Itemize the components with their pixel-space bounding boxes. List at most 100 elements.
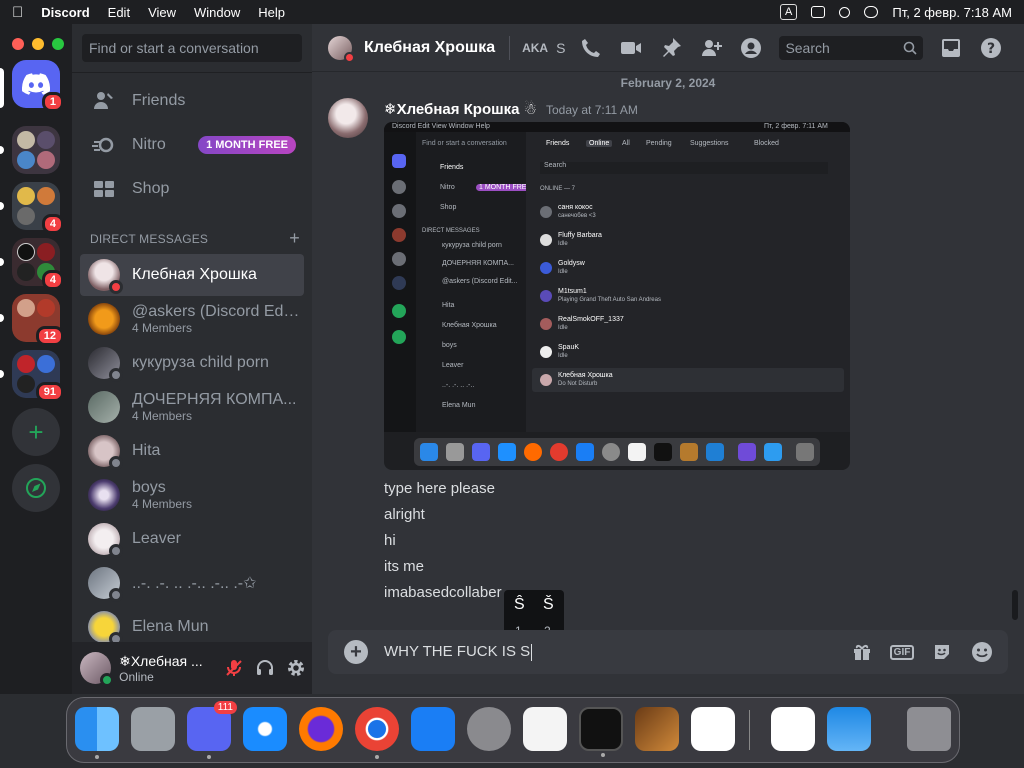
video-call-icon[interactable]: [619, 36, 643, 60]
menu-edit[interactable]: Edit: [108, 5, 130, 20]
voice-call-icon[interactable]: [579, 36, 603, 60]
attachment-text: кукуруза child porn: [442, 242, 502, 249]
dm-group-item[interactable]: ДОЧЕРНЯЯ КОМПА... 4 Members: [80, 386, 304, 428]
nav-nitro[interactable]: Nitro 1 MONTH FREE: [80, 124, 304, 166]
dm-group-item[interactable]: @askers (Discord Edit... 4 Members: [80, 298, 304, 340]
aka-name[interactable]: S: [556, 40, 565, 56]
add-friends-to-dm-icon[interactable]: [699, 36, 723, 60]
gift-icon: [854, 644, 870, 660]
apple-icon[interactable]: : [12, 4, 23, 21]
menu-help[interactable]: Help: [258, 5, 285, 20]
search-input[interactable]: Search: [779, 35, 924, 60]
attachment-text: Playing Grand Theft Auto San Andreas: [558, 297, 661, 303]
attachment-icon: [550, 443, 568, 461]
spotlight-search-icon[interactable]: [839, 6, 851, 18]
dm-name: кукуруза child porn: [132, 354, 269, 371]
server-folder-2[interactable]: 4: [12, 182, 64, 234]
message-input[interactable]: WHY THE FUCK IS S: [384, 643, 533, 661]
divider: [509, 35, 511, 60]
firefox-app-icon[interactable]: [299, 707, 343, 751]
visual-studio-app-icon[interactable]: [771, 707, 815, 751]
scrollbar-thumb[interactable]: [1012, 590, 1018, 620]
server-folder-3[interactable]: 4: [12, 238, 64, 290]
avatar: [88, 611, 123, 646]
pinned-messages-icon[interactable]: [659, 36, 683, 60]
explore-servers-button[interactable]: [12, 464, 60, 512]
menu-app-name[interactable]: Discord: [41, 5, 89, 20]
dm-item[interactable]: Leaver: [80, 518, 304, 560]
avatar: [88, 347, 123, 382]
accent-option[interactable]: Ŝ: [514, 596, 525, 614]
screen-mirroring-icon[interactable]: [811, 6, 826, 18]
discord-app-icon[interactable]: 111: [187, 701, 237, 759]
garageband-app-icon[interactable]: [635, 707, 679, 751]
nav-nitro-label: Nitro: [132, 136, 166, 153]
attachment-icon: [392, 330, 406, 344]
weather-app-icon[interactable]: [827, 707, 871, 751]
finder-app-icon[interactable]: [75, 707, 119, 759]
menu-window[interactable]: Window: [194, 5, 240, 20]
user-settings-button[interactable]: [281, 652, 312, 684]
terminal-app-icon[interactable]: [579, 707, 623, 757]
sticker-button[interactable]: [930, 640, 954, 664]
inbox-icon[interactable]: [939, 36, 963, 60]
gift-button[interactable]: [850, 640, 874, 664]
nav-shop[interactable]: Shop: [80, 168, 304, 210]
attachment-icon: [628, 443, 646, 461]
close-window-button[interactable]: [12, 38, 24, 50]
sticker-icon: [935, 645, 949, 659]
minimize-window-button[interactable]: [32, 38, 44, 50]
launchpad-app-icon[interactable]: [131, 707, 175, 751]
image-attachment[interactable]: Discord Edit View Window Help Пт, 2 февр…: [384, 122, 850, 470]
chrome-app-icon[interactable]: [355, 707, 399, 759]
find-conversation-button[interactable]: Find or start a conversation: [82, 34, 302, 62]
system-settings-app-icon[interactable]: [467, 707, 511, 751]
menu-view[interactable]: View: [148, 5, 176, 20]
user-profile-icon[interactable]: [739, 36, 763, 60]
menubar-clock[interactable]: Пт, 2 февр. 7:18 AM: [892, 5, 1012, 20]
vscode-app-icon[interactable]: [691, 707, 735, 751]
emoji-button[interactable]: [970, 640, 994, 664]
gif-button[interactable]: GIF: [889, 640, 915, 664]
nav-friends[interactable]: Friends: [80, 80, 304, 122]
date-divider: February 2, 2024: [620, 76, 716, 90]
server-folder-4[interactable]: 12: [12, 294, 64, 346]
attachment-friends-view: Friends Online All Pending Suggestions B…: [526, 132, 850, 432]
mute-mic-button[interactable]: [219, 652, 250, 684]
input-source-indicator[interactable]: A: [780, 4, 798, 20]
help-icon[interactable]: ?: [979, 36, 1003, 60]
message-text: imabasedcollaber: [384, 584, 502, 601]
add-server-button[interactable]: +: [12, 408, 60, 456]
message-author-name[interactable]: ❄Хлебная Крошка ☃: [384, 100, 537, 118]
server-folder-5[interactable]: 91: [12, 350, 64, 402]
accent-option[interactable]: Š: [543, 596, 554, 614]
user-info[interactable]: ❄Хлебная ... Online: [119, 653, 205, 684]
attachment-text: Do Not Disturb: [558, 381, 598, 387]
app-store-app-icon[interactable]: [411, 707, 455, 751]
dm-item[interactable]: Клебная Хрошка: [80, 254, 304, 296]
attachment-text: санечобев <3: [558, 213, 596, 219]
zoom-window-button[interactable]: [52, 38, 64, 50]
control-center-icon[interactable]: [864, 6, 879, 18]
server-icon: [17, 243, 35, 261]
trash-icon[interactable]: [907, 707, 951, 751]
deafen-button[interactable]: [250, 652, 281, 684]
dm-sidebar: Find or start a conversation Friends Nit…: [72, 24, 312, 694]
header-avatar[interactable]: [328, 35, 355, 63]
message-author-avatar[interactable]: [328, 98, 368, 138]
server-folder-1[interactable]: [12, 126, 60, 174]
dm-title[interactable]: Клебная Хрошка: [364, 39, 495, 57]
server-icon: [37, 131, 55, 149]
dm-group-item[interactable]: boys 4 Members: [80, 474, 304, 516]
direct-messages-home-button[interactable]: 1: [12, 60, 64, 112]
dm-item[interactable]: кукуруза child porn: [80, 342, 304, 384]
dm-name: Elena Mun: [132, 618, 209, 635]
safari-app-icon[interactable]: [243, 707, 287, 751]
dm-item[interactable]: ..-. .-. .. .-.. .-.. .-✩: [80, 562, 304, 604]
create-dm-plus-icon[interactable]: +: [289, 229, 300, 247]
user-avatar[interactable]: [80, 652, 115, 687]
upload-plus-button[interactable]: +: [344, 640, 368, 664]
attachment-icon: [392, 276, 406, 290]
dm-item[interactable]: Hita: [80, 430, 304, 472]
textedit-app-icon[interactable]: [523, 707, 567, 751]
